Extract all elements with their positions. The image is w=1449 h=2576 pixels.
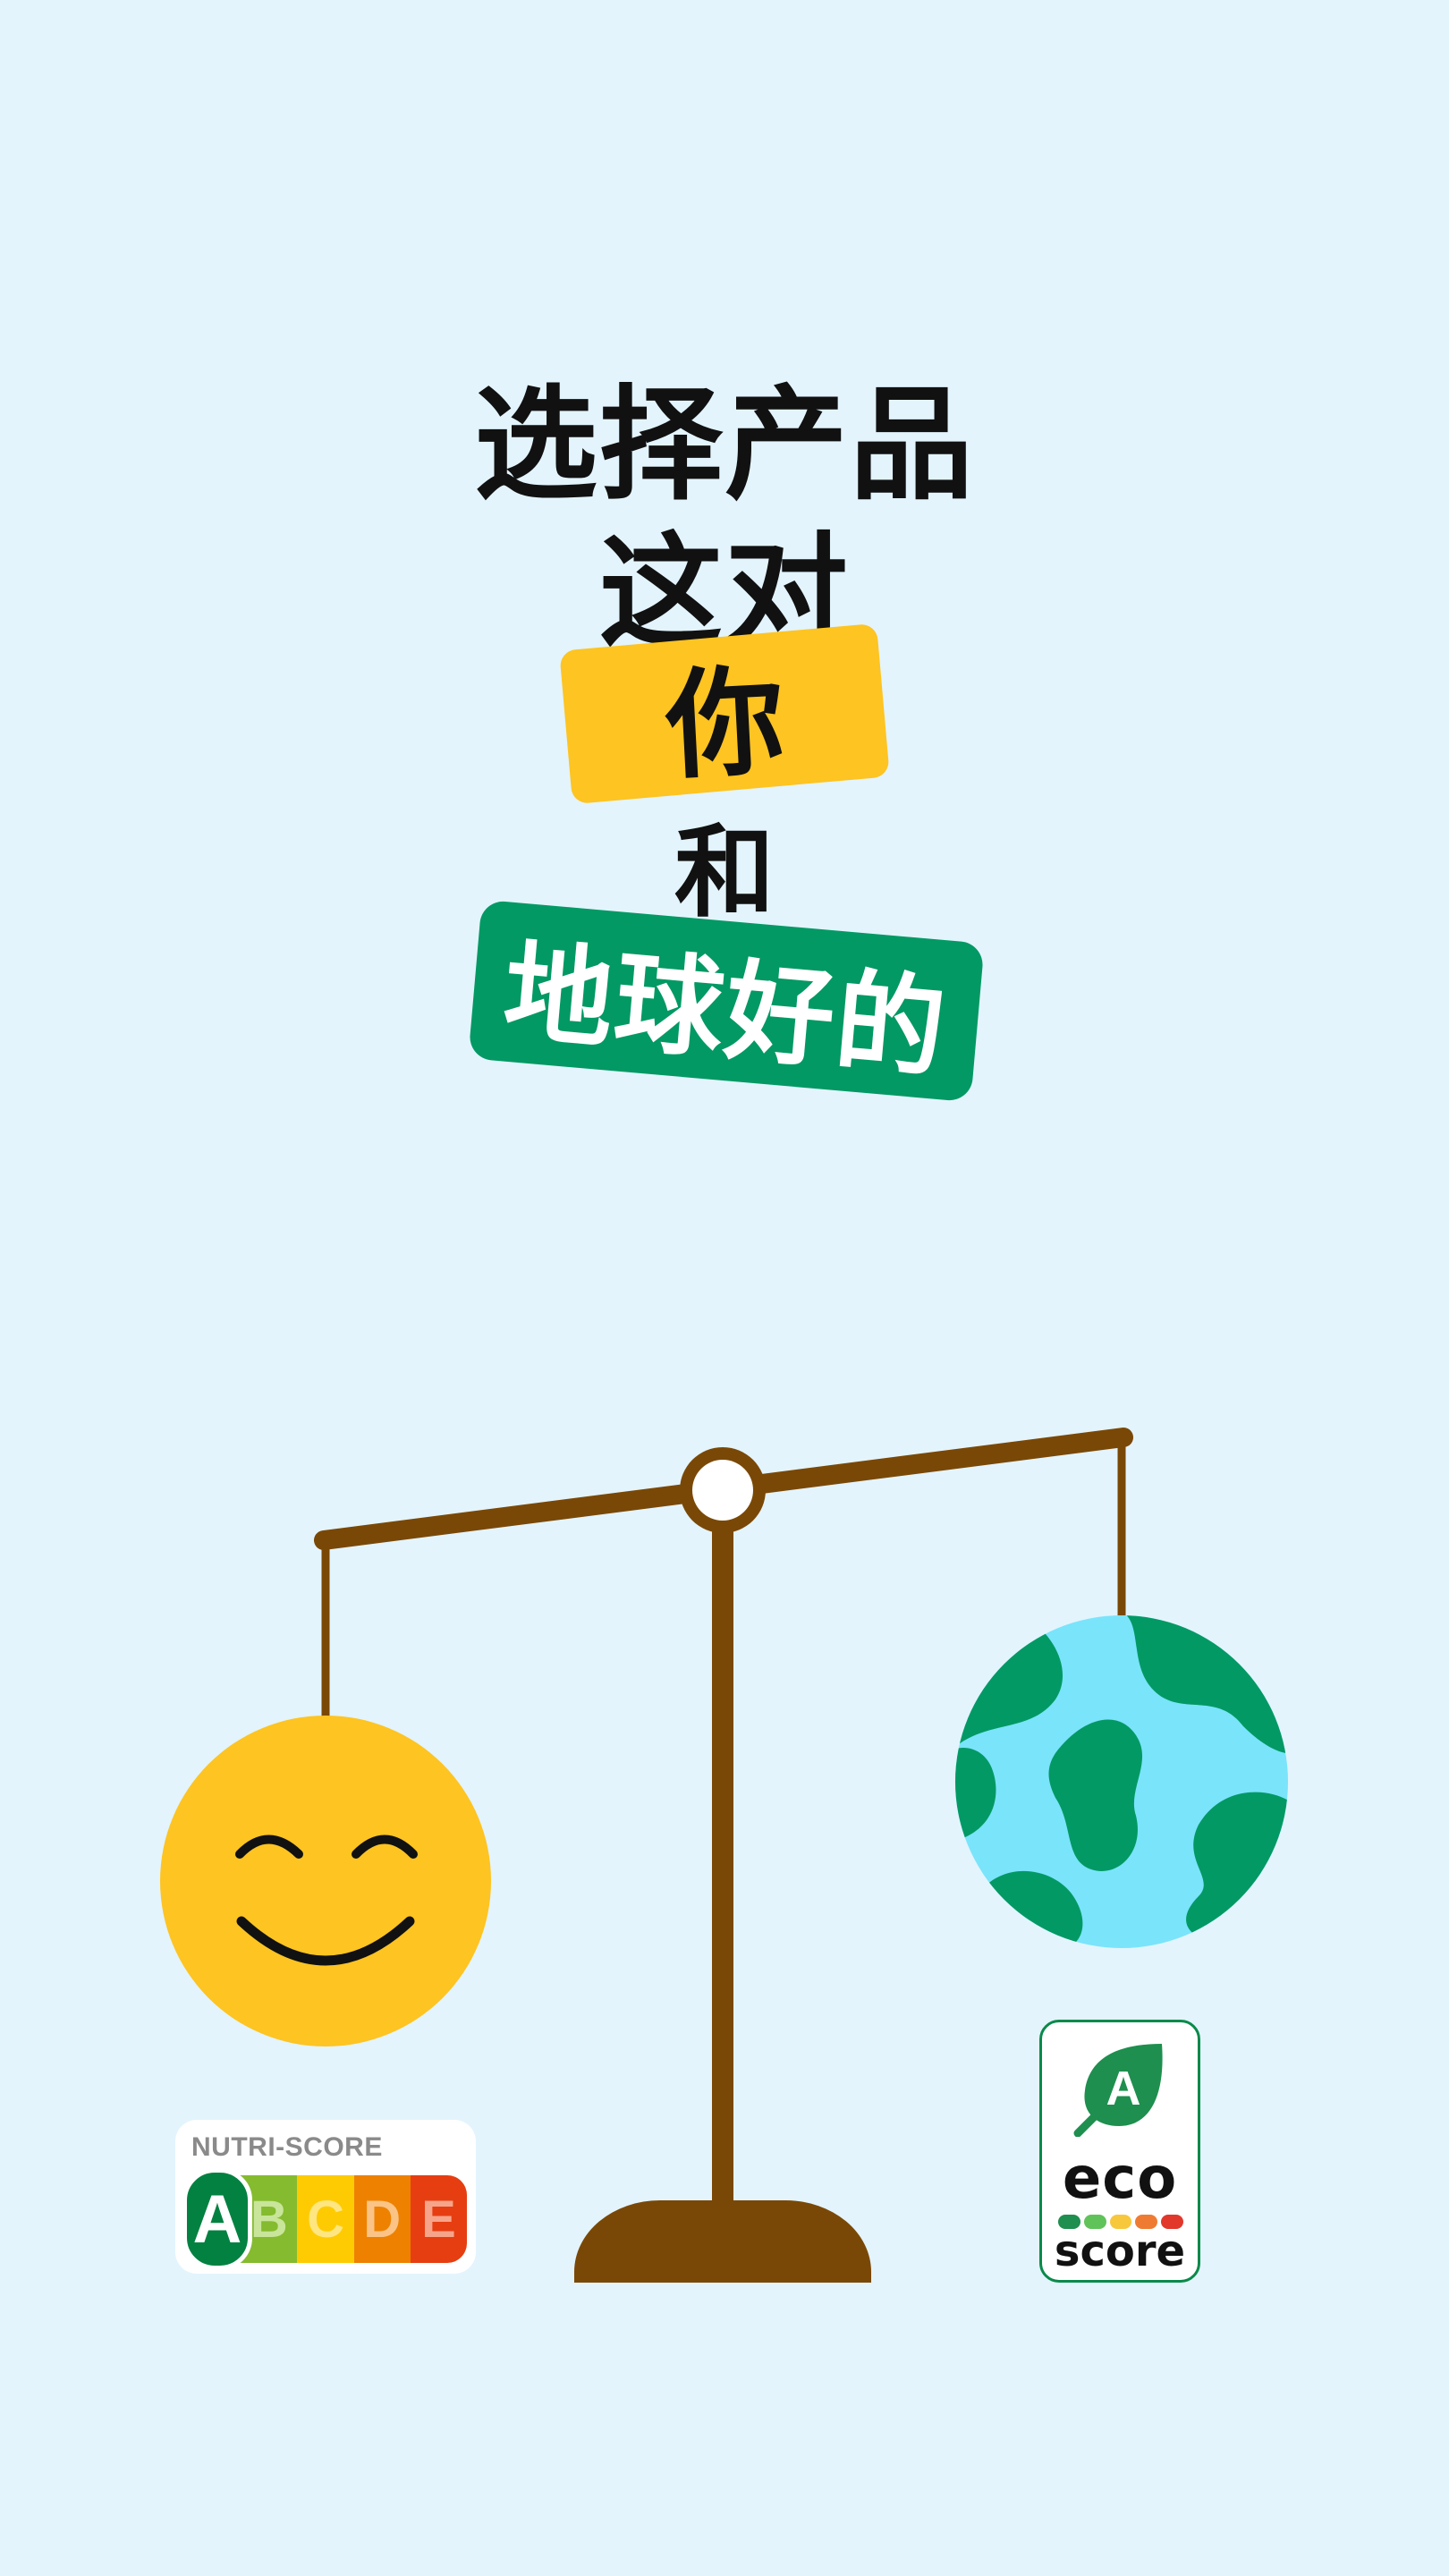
highlight-you-text: 你 bbox=[662, 652, 788, 796]
scale-pivot-hole bbox=[692, 1460, 753, 1521]
nutri-grade-selected: A bbox=[182, 2168, 252, 2270]
eco-score-label: A eco score bbox=[1039, 2020, 1200, 2283]
nutri-score-label: NUTRI-SCORE ABCDE A bbox=[175, 2120, 476, 2274]
eco-score-grade: A bbox=[1106, 2062, 1141, 2115]
smiley-face-icon bbox=[160, 1716, 491, 2046]
score-word: score bbox=[1054, 2226, 1186, 2276]
headline-line-3: 和 bbox=[674, 815, 775, 931]
nutri-grade-c: C bbox=[297, 2175, 354, 2263]
earth-globe-icon bbox=[955, 1615, 1288, 1948]
nutri-grade-e: E bbox=[410, 2175, 467, 2263]
nutri-grade-d: D bbox=[353, 2175, 411, 2263]
leaf-icon: A bbox=[1073, 2044, 1163, 2137]
highlight-you-tag: 你 bbox=[559, 623, 890, 805]
scale-post bbox=[712, 1531, 733, 2202]
nutri-score-title: NUTRI-SCORE bbox=[191, 2132, 383, 2162]
eco-word: eco bbox=[1062, 2146, 1178, 2212]
scale-base bbox=[574, 2200, 871, 2283]
headline: 选择产品 这对 你 和 地球好的 bbox=[0, 0, 1449, 1118]
